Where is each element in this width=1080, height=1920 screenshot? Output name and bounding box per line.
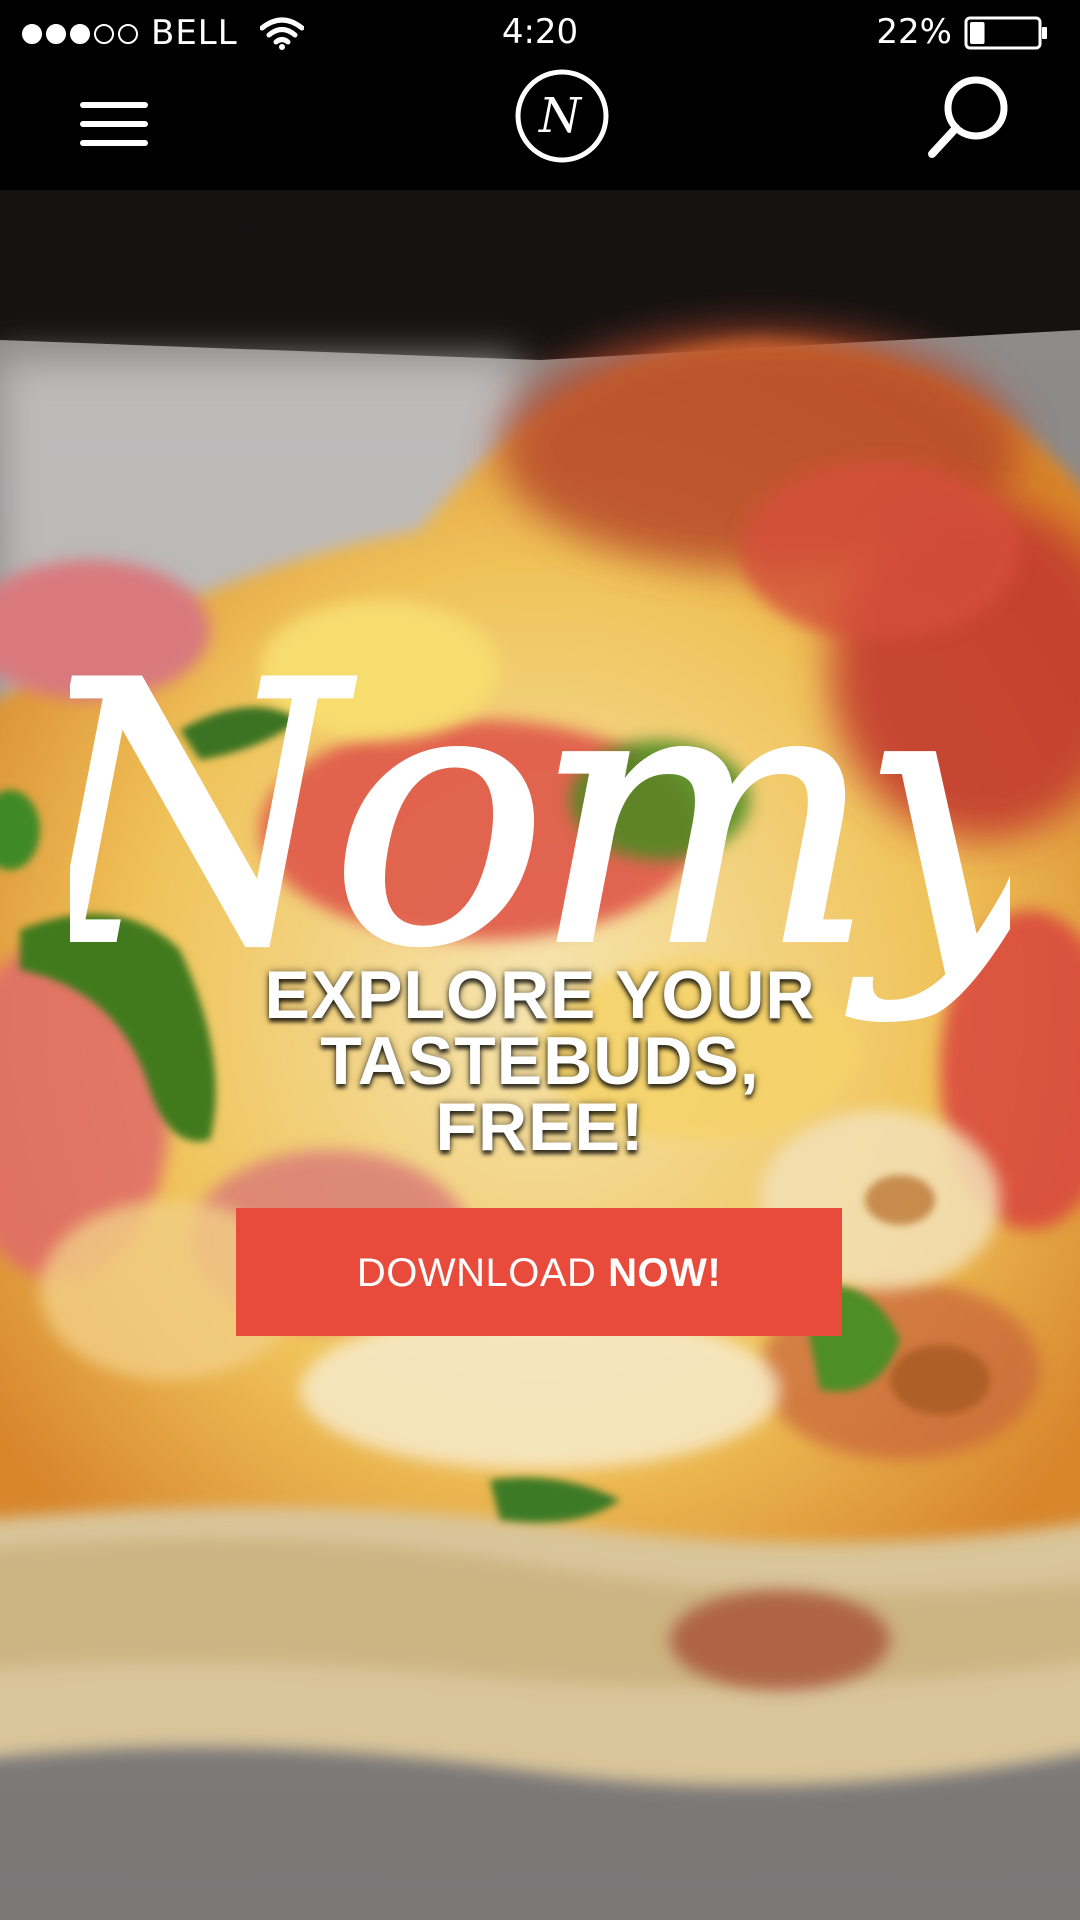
battery-percentage: 22%	[876, 12, 952, 52]
app-screen: BELL 4:20 22% N Nomy EXPLORE YOUR TASTEB…	[0, 0, 1080, 1920]
menu-line	[80, 121, 148, 127]
download-now-button[interactable]: DOWNLOAD NOW!	[236, 1208, 842, 1336]
download-button-label-bold: NOW!	[608, 1251, 722, 1295]
logo-letter: N	[538, 88, 583, 144]
nomy-logo-button[interactable]: N	[514, 68, 610, 164]
menu-line	[80, 102, 148, 108]
hero-section: Nomy EXPLORE YOUR TASTEBUDS, FREE! DOWNL…	[0, 190, 1080, 1920]
top-navigation-bar: N	[0, 66, 1080, 190]
menu-line	[80, 140, 148, 146]
status-bar: BELL 4:20 22%	[0, 0, 1080, 66]
hamburger-menu-button[interactable]	[80, 96, 152, 152]
download-button-label: DOWNLOAD	[356, 1251, 597, 1295]
hero-tagline: EXPLORE YOUR TASTEBUDS, FREE!	[264, 957, 816, 1165]
battery-icon	[964, 16, 1047, 50]
search-icon[interactable]	[924, 70, 1016, 162]
